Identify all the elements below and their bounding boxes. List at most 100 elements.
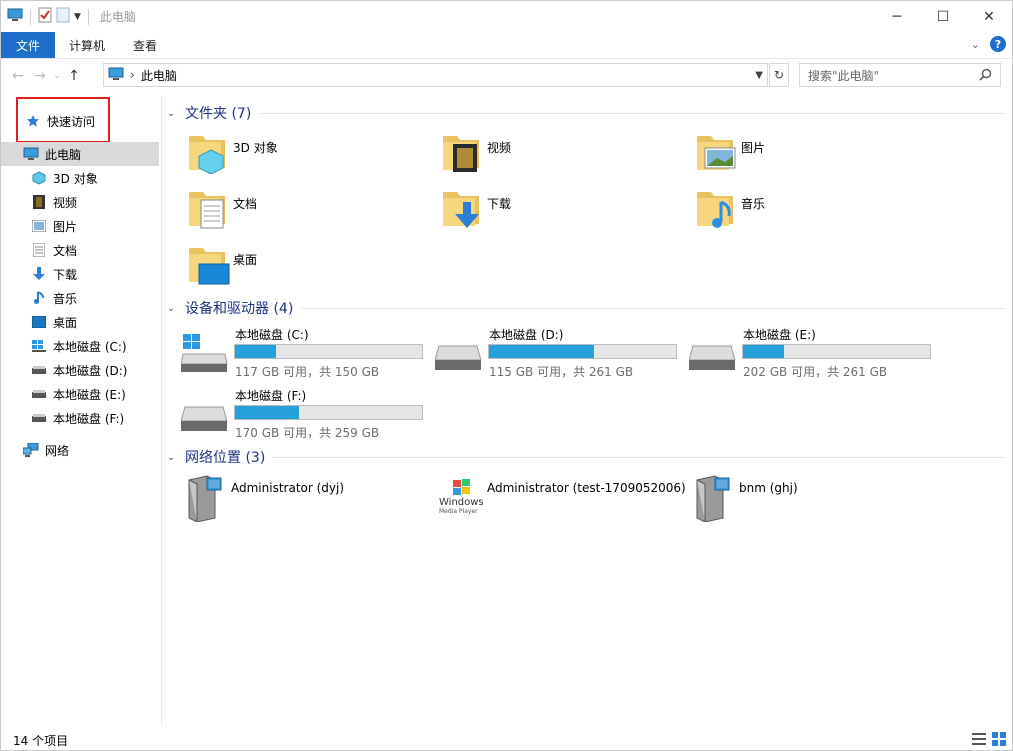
customize-toolbar-dropdown-icon[interactable]: ▼ — [74, 12, 81, 22]
refresh-button[interactable]: ↻ — [769, 63, 789, 87]
sidebar-item-drive-e[interactable]: 本地磁盘 (E:) — [1, 382, 159, 406]
collapse-chevron-icon[interactable]: ⌄ — [167, 108, 185, 119]
details-view-icon[interactable] — [972, 732, 986, 749]
expand-ribbon-chevron-icon[interactable]: ⌄ — [971, 38, 980, 51]
network-tile-dyj[interactable]: Administrator (dyj) — [185, 474, 344, 523]
sidebar-item-music[interactable]: 音乐 — [1, 286, 159, 310]
folder-tile-downloads[interactable]: 下载 — [441, 186, 511, 230]
navigation-bar: ← → ⌄ ↑ › 此电脑 ▼ ↻ 搜索"此电脑" — [1, 62, 1012, 90]
group-header-folders[interactable]: ⌄ 文件夹 (7) — [167, 101, 1005, 125]
drive-free-space: 170 GB 可用，共 259 GB — [235, 426, 380, 440]
up-button[interactable]: ↑ — [63, 68, 85, 84]
network-share-icon — [693, 474, 737, 523]
picture-icon — [31, 218, 47, 234]
network-tile-ghj[interactable]: bnm (ghj) — [693, 474, 798, 523]
drive-name: 本地磁盘 (D:) — [489, 328, 564, 342]
sidebar-item-label: 文档 — [53, 243, 78, 258]
minimize-button[interactable]: ─ — [874, 1, 920, 32]
group-title: 文件夹 (7) — [185, 106, 252, 122]
breadcrumb-this-pc[interactable]: 此电脑 — [141, 67, 177, 84]
sidebar-item-this-pc[interactable]: 此电脑 — [1, 142, 159, 166]
tab-computer[interactable]: 计算机 — [55, 32, 117, 58]
folder-tile-documents[interactable]: 文档 — [187, 186, 257, 230]
drive-usage-fill — [235, 345, 277, 358]
download-arrow-icon — [31, 266, 47, 282]
sidebar-item-downloads[interactable]: 下载 — [1, 262, 159, 286]
sidebar-item-3d-objects[interactable]: 3D 对象 — [1, 166, 159, 190]
folder-downloads-icon — [441, 186, 485, 230]
drive-name: 本地磁盘 (C:) — [235, 328, 309, 342]
new-folder-icon[interactable] — [56, 7, 70, 26]
sidebar-item-desktop[interactable]: 桌面 — [1, 310, 159, 334]
network-icon — [23, 442, 39, 458]
sidebar-item-label: 快速访问 — [47, 114, 96, 129]
tab-file[interactable]: 文件 — [1, 32, 55, 58]
sidebar-item-pictures[interactable]: 图片 — [1, 214, 159, 238]
computer-icon — [23, 146, 39, 162]
group-title: 网络位置 (3) — [185, 450, 266, 466]
address-dropdown-icon[interactable]: ▼ — [755, 70, 763, 81]
desktop-icon — [31, 314, 47, 330]
folder-3d-objects-icon — [187, 130, 231, 175]
drive-name: 本地磁盘 (E:) — [743, 328, 816, 342]
drive-usage-fill — [743, 345, 785, 358]
address-bar[interactable]: › 此电脑 ▼ — [103, 63, 768, 87]
back-button[interactable]: ← — [7, 68, 29, 84]
recent-locations-chevron-icon[interactable]: ⌄ — [51, 71, 63, 81]
sidebar-item-drive-f[interactable]: 本地磁盘 (F:) — [1, 406, 159, 430]
status-bar: 14 个项目 — [1, 730, 1012, 750]
sidebar-item-network[interactable]: 网络 — [1, 438, 159, 462]
properties-icon[interactable] — [38, 7, 52, 26]
group-header-drives[interactable]: ⌄ 设备和驱动器 (4) — [167, 296, 1005, 320]
sidebar-item-label: 桌面 — [53, 315, 78, 330]
folder-tile-3d-objects[interactable]: 3D 对象 — [187, 130, 278, 175]
folder-tile-desktop[interactable]: 桌面 — [187, 242, 257, 286]
drive-tile-e[interactable]: 本地磁盘 (E:) 202 GB 可用，共 261 GB — [675, 322, 931, 379]
document-icon — [31, 242, 47, 258]
folder-tile-pictures[interactable]: 图片 — [695, 130, 765, 174]
folder-pictures-icon — [695, 130, 739, 174]
folder-tile-music[interactable]: 音乐 — [695, 186, 765, 230]
sidebar-item-label: 3D 对象 — [53, 171, 98, 186]
sidebar-item-drive-c[interactable]: 本地磁盘 (C:) — [1, 334, 159, 358]
folder-tile-videos[interactable]: 视频 — [441, 130, 511, 174]
drive-icon — [180, 395, 229, 431]
search-box[interactable]: 搜索"此电脑" — [799, 63, 1001, 87]
collapse-chevron-icon[interactable]: ⌄ — [167, 303, 185, 314]
tab-view[interactable]: 查看 — [117, 32, 169, 58]
sidebar-item-drive-d[interactable]: 本地磁盘 (D:) — [1, 358, 159, 382]
forward-button[interactable]: → — [29, 68, 51, 84]
group-divider — [259, 112, 1005, 114]
help-icon[interactable]: ? — [990, 36, 1006, 52]
drive-tile-f[interactable]: 本地磁盘 (F:) 170 GB 可用，共 259 GB — [167, 383, 423, 440]
network-tile-test[interactable]: Windows Media Player Administrator (test… — [439, 474, 686, 518]
tile-label: 视频 — [487, 141, 512, 155]
folder-videos-icon — [441, 130, 485, 174]
breadcrumb-chevron-icon[interactable]: › — [130, 68, 135, 82]
ribbon-tabs: 文件 计算机 查看 ⌄ ? — [1, 32, 1012, 59]
computer-icon[interactable] — [7, 8, 23, 25]
tile-label: 音乐 — [741, 197, 766, 211]
item-count: 14 个项目 — [13, 733, 69, 748]
group-header-network[interactable]: ⌄ 网络位置 (3) — [167, 445, 1005, 469]
drive-tile-d[interactable]: 本地磁盘 (D:) 115 GB 可用，共 261 GB — [421, 322, 677, 379]
search-icon[interactable] — [979, 68, 992, 84]
computer-icon — [108, 67, 124, 84]
maximize-button[interactable]: ☐ — [920, 1, 966, 32]
sidebar-item-documents[interactable]: 文档 — [1, 238, 159, 262]
large-icons-view-icon[interactable] — [992, 732, 1006, 749]
group-divider — [301, 307, 1005, 309]
tile-label: 桌面 — [233, 253, 258, 267]
collapse-chevron-icon[interactable]: ⌄ — [167, 452, 185, 463]
close-button[interactable]: ✕ — [966, 1, 1012, 32]
drive-free-space: 202 GB 可用，共 261 GB — [743, 365, 888, 379]
group-divider — [273, 456, 1005, 458]
drive-icon — [31, 362, 47, 378]
film-icon — [31, 194, 47, 210]
windows-media-player-icon: Windows Media Player — [439, 474, 485, 518]
sidebar-item-quick-access[interactable]: 快速访问 — [1, 109, 159, 133]
toolbar-divider — [30, 8, 31, 25]
tile-label: 文档 — [233, 197, 258, 211]
drive-tile-c[interactable]: 本地磁盘 (C:) 117 GB 可用，共 150 GB — [167, 322, 423, 379]
sidebar-item-videos[interactable]: 视频 — [1, 190, 159, 214]
